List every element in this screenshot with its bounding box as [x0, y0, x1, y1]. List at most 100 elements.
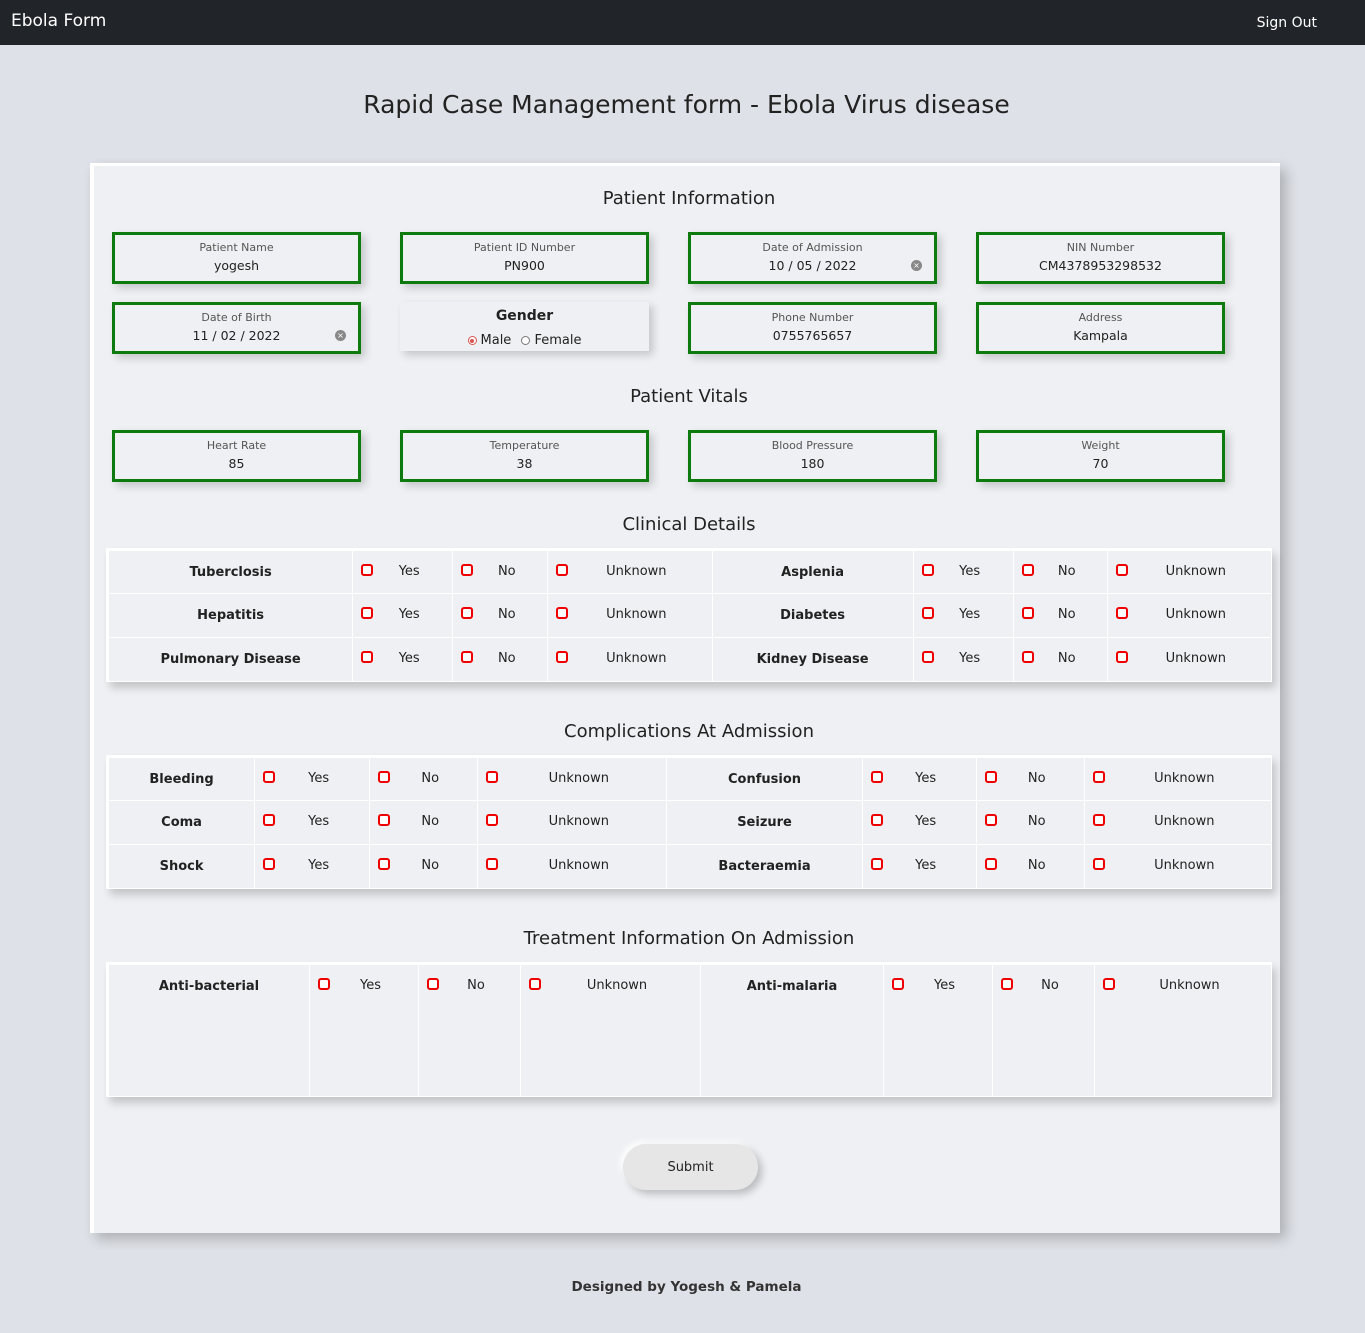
checkbox-icon[interactable]: [892, 978, 904, 990]
bacteraemia-no-option[interactable]: No: [976, 844, 1085, 889]
shock-yes-option[interactable]: Yes: [254, 844, 371, 889]
diabetes-no-option[interactable]: No: [1013, 593, 1108, 638]
confusion-yes-option[interactable]: Yes: [862, 756, 977, 801]
asplenia-no-option[interactable]: No: [1013, 549, 1108, 594]
anti-malaria-no-option[interactable]: No: [992, 963, 1095, 1097]
shock-unknown-option[interactable]: Unknown: [477, 844, 668, 889]
checkbox-icon[interactable]: [870, 814, 883, 826]
checkbox-icon[interactable]: [556, 564, 569, 576]
hepatitis-yes-option[interactable]: Yes: [352, 593, 454, 638]
confusion-unknown-option[interactable]: Unknown: [1084, 756, 1273, 801]
checkbox-icon[interactable]: [1092, 814, 1105, 826]
kidney-disease-no-option[interactable]: No: [1013, 637, 1108, 682]
bacteraemia-unknown-option[interactable]: Unknown: [1084, 844, 1273, 889]
checkbox-icon[interactable]: [1001, 978, 1013, 990]
date-of-admission-field[interactable]: Date of Admission 10 / 05 / 2022 ×: [688, 232, 937, 284]
radio-selected-icon[interactable]: [467, 336, 477, 345]
field-value[interactable]: PN900: [403, 258, 646, 273]
kidney-disease-unknown-option[interactable]: Unknown: [1107, 637, 1273, 682]
checkbox-icon[interactable]: [318, 978, 330, 990]
radio-icon[interactable]: [521, 336, 531, 345]
anti-bacterial-no-option[interactable]: No: [418, 963, 521, 1097]
checkbox-icon[interactable]: [921, 651, 934, 663]
checkbox-icon[interactable]: [984, 771, 997, 783]
seizure-no-option[interactable]: No: [976, 800, 1085, 845]
checkbox-icon[interactable]: [984, 814, 997, 826]
heart-rate-field[interactable]: Heart Rate 85: [112, 430, 361, 482]
kidney-disease-yes-option[interactable]: Yes: [913, 637, 1014, 682]
patient-name-field[interactable]: Patient Name yogesh: [112, 232, 361, 284]
hepatitis-no-option[interactable]: No: [452, 593, 549, 638]
blood-pressure-field[interactable]: Blood Pressure 180: [688, 430, 937, 482]
checkbox-icon[interactable]: [1092, 858, 1105, 870]
checkbox-icon[interactable]: [556, 651, 569, 663]
tuberclosis-unknown-option[interactable]: Unknown: [547, 549, 713, 594]
checkbox-icon[interactable]: [263, 771, 276, 783]
seizure-yes-option[interactable]: Yes: [862, 800, 977, 845]
field-value[interactable]: 70: [979, 456, 1222, 471]
checkbox-icon[interactable]: [378, 814, 391, 826]
checkbox-icon[interactable]: [263, 858, 276, 870]
sign-out-link[interactable]: Sign Out: [1257, 15, 1317, 31]
address-field[interactable]: Address Kampala: [976, 302, 1225, 354]
checkbox-icon[interactable]: [1115, 607, 1128, 619]
checkbox-icon[interactable]: [427, 978, 439, 990]
field-value[interactable]: 180: [691, 456, 934, 471]
checkbox-icon[interactable]: [1092, 771, 1105, 783]
anti-malaria-unknown-option[interactable]: Unknown: [1094, 963, 1272, 1097]
field-value[interactable]: yogesh: [115, 258, 358, 273]
checkbox-icon[interactable]: [486, 858, 499, 870]
gender-male-option[interactable]: Male: [467, 333, 511, 348]
submit-button[interactable]: Submit: [623, 1144, 758, 1190]
tuberclosis-yes-option[interactable]: Yes: [352, 549, 454, 594]
checkbox-icon[interactable]: [921, 607, 934, 619]
checkbox-icon[interactable]: [1103, 978, 1115, 990]
bleeding-unknown-option[interactable]: Unknown: [477, 756, 668, 801]
checkbox-icon[interactable]: [361, 651, 374, 663]
diabetes-unknown-option[interactable]: Unknown: [1107, 593, 1273, 638]
checkbox-icon[interactable]: [870, 771, 883, 783]
checkbox-icon[interactable]: [984, 858, 997, 870]
checkbox-icon[interactable]: [1021, 651, 1034, 663]
asplenia-unknown-option[interactable]: Unknown: [1107, 549, 1273, 594]
pulmonary-disease-unknown-option[interactable]: Unknown: [547, 637, 713, 682]
hepatitis-unknown-option[interactable]: Unknown: [547, 593, 713, 638]
checkbox-icon[interactable]: [1021, 607, 1034, 619]
pulmonary-disease-no-option[interactable]: No: [452, 637, 549, 682]
checkbox-icon[interactable]: [461, 607, 474, 619]
gender-female-option[interactable]: Female: [521, 333, 581, 348]
checkbox-icon[interactable]: [1021, 564, 1034, 576]
coma-no-option[interactable]: No: [369, 800, 479, 845]
field-value[interactable]: 11 / 02 / 2022: [115, 328, 358, 343]
checkbox-icon[interactable]: [1115, 651, 1128, 663]
checkbox-icon[interactable]: [263, 814, 276, 826]
nin-number-field[interactable]: NIN Number CM4378953298532: [976, 232, 1225, 284]
confusion-no-option[interactable]: No: [976, 756, 1085, 801]
checkbox-icon[interactable]: [461, 651, 474, 663]
field-value[interactable]: CM4378953298532: [979, 258, 1222, 273]
field-value[interactable]: 85: [115, 456, 358, 471]
field-value[interactable]: 38: [403, 456, 646, 471]
field-value[interactable]: Kampala: [979, 328, 1222, 343]
seizure-unknown-option[interactable]: Unknown: [1084, 800, 1273, 845]
shock-no-option[interactable]: No: [369, 844, 479, 889]
bleeding-no-option[interactable]: No: [369, 756, 479, 801]
checkbox-icon[interactable]: [361, 564, 374, 576]
anti-malaria-yes-option[interactable]: Yes: [883, 963, 993, 1097]
pulmonary-disease-yes-option[interactable]: Yes: [352, 637, 454, 682]
bacteraemia-yes-option[interactable]: Yes: [862, 844, 977, 889]
checkbox-icon[interactable]: [486, 771, 499, 783]
checkbox-icon[interactable]: [529, 978, 541, 990]
anti-bacterial-yes-option[interactable]: Yes: [309, 963, 419, 1097]
clear-icon[interactable]: ×: [335, 330, 346, 341]
asplenia-yes-option[interactable]: Yes: [913, 549, 1014, 594]
checkbox-icon[interactable]: [461, 564, 474, 576]
field-value[interactable]: 0755765657: [691, 328, 934, 343]
tuberclosis-no-option[interactable]: No: [452, 549, 549, 594]
date-of-birth-field[interactable]: Date of Birth 11 / 02 / 2022 ×: [112, 302, 361, 354]
checkbox-icon[interactable]: [921, 564, 934, 576]
patient-id-field[interactable]: Patient ID Number PN900: [400, 232, 649, 284]
coma-unknown-option[interactable]: Unknown: [477, 800, 668, 845]
checkbox-icon[interactable]: [1115, 564, 1128, 576]
coma-yes-option[interactable]: Yes: [254, 800, 371, 845]
